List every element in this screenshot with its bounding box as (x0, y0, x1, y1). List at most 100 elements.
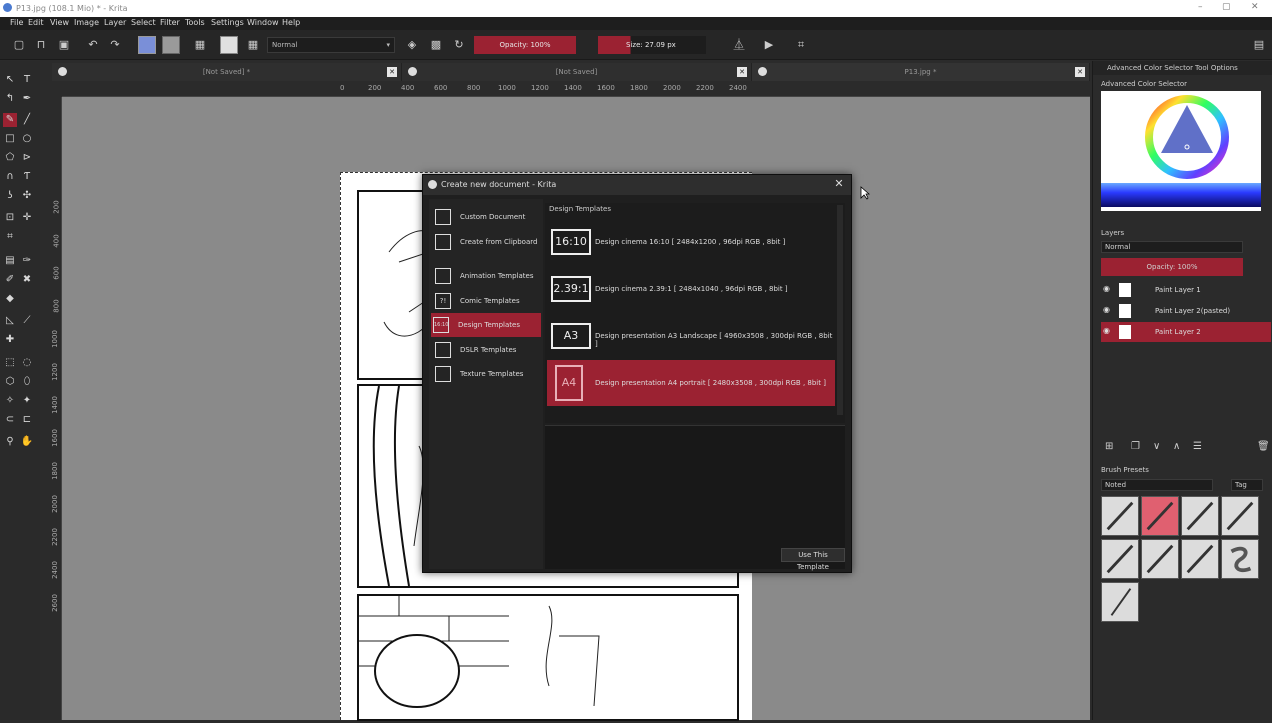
freehand-brush-icon[interactable]: ✎ (3, 113, 17, 127)
magnetic-select-icon[interactable]: ⊏ (20, 413, 34, 427)
layer-row[interactable]: ◉ Paint Layer 2(pasted) (1101, 301, 1271, 321)
polygon-select-icon[interactable]: ⬡ (3, 375, 17, 389)
menu-settings[interactable]: Settings (211, 18, 244, 27)
tab-document-1[interactable]: [Not Saved] * ✕ (52, 63, 402, 81)
layer-properties-icon[interactable]: ☰ (1193, 441, 1202, 452)
multibrush-icon[interactable]: ✣ (20, 189, 34, 203)
colorize-mask-icon[interactable]: ✐ (3, 273, 17, 287)
brush-preset[interactable] (1221, 496, 1259, 536)
blend-mode-select[interactable]: Normal ▾ (267, 37, 395, 53)
size-slider[interactable]: Size: 27.09 px (598, 36, 706, 54)
workspace-icon[interactable]: ▤ (1252, 38, 1266, 52)
foreground-color-swatch[interactable] (138, 36, 156, 54)
rectangle-tool-icon[interactable]: □ (3, 132, 17, 146)
move-layer-up-icon[interactable]: ∧ (1173, 441, 1180, 452)
side-item-design-templates[interactable]: 16:10 Design Templates (431, 313, 541, 337)
side-item-comic-templates[interactable]: ?! Comic Templates (433, 289, 543, 313)
ellipse-select-icon[interactable]: ◌ (20, 356, 34, 370)
grid-icon[interactable]: ▦ (246, 38, 260, 52)
use-this-template-button[interactable]: Use This Template (781, 548, 845, 571)
side-item-custom-document[interactable]: Custom Document (433, 205, 543, 229)
menu-edit[interactable]: Edit (28, 18, 44, 27)
wrap-icon[interactable]: ⌗ (794, 38, 808, 52)
close-tab-icon[interactable]: ✕ (387, 67, 397, 77)
tab-advanced-color-selector[interactable]: Advanced Color Selector (1107, 64, 1193, 76)
brush-preset-selected[interactable] (1141, 496, 1179, 536)
delete-layer-icon[interactable]: 🗑 (1257, 441, 1270, 452)
tab-tool-options[interactable]: Tool Options (1195, 64, 1238, 76)
eye-icon[interactable]: ◉ (1103, 284, 1113, 294)
menu-select[interactable]: Select (131, 18, 156, 27)
menu-file[interactable]: File (10, 18, 23, 27)
minimize-icon[interactable]: – (1198, 2, 1208, 14)
menu-window[interactable]: Window (247, 18, 279, 27)
open-folder-icon[interactable]: ⊓ (34, 38, 48, 52)
layer-row[interactable]: ◉ Paint Layer 1 (1101, 280, 1271, 300)
brush-preset[interactable] (1181, 496, 1219, 536)
dynamic-brush-icon[interactable]: ʖ (3, 189, 17, 203)
edit-shape-icon[interactable]: ↰ (3, 92, 17, 106)
assistant-tool-icon[interactable]: ◺ (3, 314, 17, 328)
maximize-icon[interactable]: ▢ (1222, 2, 1232, 14)
brush-tag-button[interactable]: Tag (1231, 479, 1263, 491)
template-item[interactable]: 2.39:1 Design cinema 2.39:1 [ 2484x1040 … (547, 266, 835, 312)
brush-filter-select[interactable]: Noted (1101, 479, 1213, 491)
select-shape-icon[interactable]: ↖ (3, 73, 17, 87)
color-wheel[interactable] (1101, 91, 1261, 183)
menu-help[interactable]: Help (282, 18, 300, 27)
rect-select-icon[interactable]: ⬚ (3, 356, 17, 370)
tab-document-3[interactable]: P13.jpg * ✕ (752, 63, 1090, 81)
side-item-texture-templates[interactable]: Texture Templates (433, 362, 543, 386)
color-picker-icon[interactable]: ✑ (20, 254, 34, 268)
value-strip[interactable] (1101, 183, 1261, 207)
pan-tool-icon[interactable]: ✋ (20, 435, 34, 449)
outline-select-icon[interactable]: ⬯ (20, 375, 34, 389)
template-item[interactable]: 16:10 Design cinema 16:10 [ 2484x1200 , … (547, 219, 835, 265)
eraser-icon[interactable]: ◈ (405, 38, 419, 52)
template-item-selected[interactable]: A4 Design presentation A4 portrait [ 248… (547, 360, 835, 406)
opacity-slider[interactable]: Opacity: 100% (474, 36, 576, 54)
side-item-create-from-clipboard[interactable]: Create from Clipboard (433, 230, 543, 254)
menu-view[interactable]: View (50, 18, 69, 27)
eye-icon[interactable]: ◉ (1103, 326, 1113, 336)
brush-preset[interactable] (1101, 539, 1139, 579)
template-item[interactable]: A3 Design presentation A3 Landscape [ 49… (547, 313, 835, 359)
add-layer-icon[interactable]: ⊞ (1105, 441, 1113, 452)
side-item-animation-templates[interactable]: Animation Templates (433, 264, 543, 288)
gradient-tool-icon[interactable]: ▤ (3, 254, 17, 268)
crop-tool-icon[interactable]: ⌗ (3, 230, 17, 244)
save-icon[interactable]: ▣ (57, 38, 71, 52)
menu-tools[interactable]: Tools (185, 18, 205, 27)
background-color-swatch[interactable] (162, 36, 180, 54)
layer-row-selected[interactable]: ◉ Paint Layer 2 (1101, 322, 1271, 342)
brush-preset[interactable] (1181, 539, 1219, 579)
duplicate-layer-icon[interactable]: ❐ (1131, 441, 1140, 452)
reload-icon[interactable]: ↻ (452, 38, 466, 52)
mirror-vertical-icon[interactable]: ▶ (762, 38, 776, 52)
fill-tool-icon[interactable]: ◆ (3, 292, 17, 306)
tab-document-2[interactable]: [Not Saved] ✕ (402, 63, 752, 81)
calligraphy-icon[interactable]: ✒ (20, 92, 34, 106)
smart-patch-icon[interactable]: ✖ (20, 273, 34, 287)
brush-preset-icon[interactable] (220, 36, 238, 54)
menu-filter[interactable]: Filter (160, 18, 180, 27)
mirror-horizontal-icon[interactable]: ⏅ (732, 38, 746, 52)
text-tool-icon[interactable]: T (20, 73, 34, 87)
zoom-tool-icon[interactable]: ⚲ (3, 435, 17, 449)
close-window-icon[interactable]: ✕ (1251, 2, 1261, 14)
undo-icon[interactable]: ↶ (86, 38, 100, 52)
bezier-tool-icon[interactable]: ∩ (3, 170, 17, 184)
brush-preset[interactable] (1101, 496, 1139, 536)
close-icon[interactable]: ✕ (833, 178, 845, 190)
polygon-tool-icon[interactable]: ⬠ (3, 151, 17, 165)
eye-icon[interactable]: ◉ (1103, 305, 1113, 315)
menu-image[interactable]: Image (74, 18, 99, 27)
move-layer-down-icon[interactable]: ∨ (1153, 441, 1160, 452)
measure-tool-icon[interactable]: ⟋ (20, 314, 34, 328)
brush-preset[interactable] (1221, 539, 1259, 579)
reference-tool-icon[interactable]: ✚ (3, 333, 17, 347)
freehand-path-icon[interactable]: Ƭ (20, 170, 34, 184)
similar-select-icon[interactable]: ✦ (20, 394, 34, 408)
close-tab-icon[interactable]: ✕ (1075, 67, 1085, 77)
redo-icon[interactable]: ↷ (108, 38, 122, 52)
